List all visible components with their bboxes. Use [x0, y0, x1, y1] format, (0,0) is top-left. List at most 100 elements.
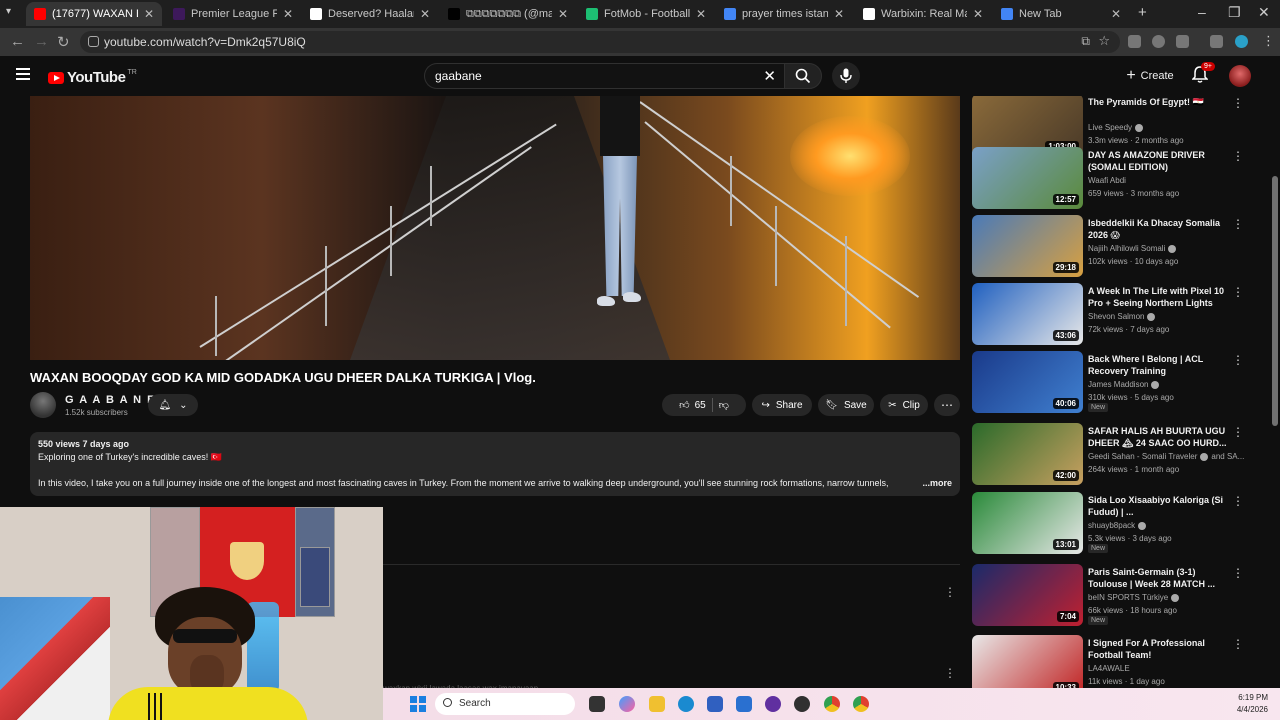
recommended-video[interactable]: 12:57 DAY AS AMAZONE DRIVER (SOMALI EDITI…	[970, 147, 1250, 209]
video-thumbnail[interactable]: 43:06	[972, 283, 1083, 345]
kebab-menu-icon[interactable]: ⋮	[1232, 217, 1244, 231]
subscription-notifications-button[interactable]: 🔔︎ ⌄	[148, 394, 198, 416]
close-tab-icon[interactable]: ✕	[558, 7, 568, 21]
extension-shield-icon[interactable]	[1128, 35, 1141, 48]
browser-tab[interactable]: Premier League Football ✕	[165, 2, 301, 26]
share-button[interactable]: ↪ Share	[752, 394, 812, 416]
recommended-video-title[interactable]: Back Where I Belong | ACL Recovery Train…	[1088, 353, 1228, 377]
kebab-menu-icon[interactable]: ⋮	[1232, 285, 1244, 299]
media-controls-icon[interactable]	[1210, 35, 1223, 48]
video-thumbnail[interactable]: 29:18	[972, 215, 1083, 277]
profile-icon[interactable]	[1235, 35, 1248, 48]
show-more-link[interactable]: ...more	[922, 478, 952, 488]
close-window-icon[interactable]: ✕	[1258, 4, 1270, 21]
video-thumbnail[interactable]: 13:01	[972, 492, 1083, 554]
recommended-video-title[interactable]: Sida Loo Xisaabiyo Kaloriga (Si Fudud) |…	[1088, 494, 1228, 518]
chrome-icon[interactable]	[853, 696, 869, 712]
description-box[interactable]: 550 views 7 days ago Exploring one of Tu…	[30, 432, 960, 496]
recommended-channel[interactable]: Live Speedy	[1088, 123, 1144, 132]
search-button[interactable]	[784, 63, 822, 89]
address-bar[interactable]: youtube.com/watch?v=Dmk2q57U8iQ ⧉ ☆	[80, 31, 1120, 53]
reload-icon[interactable]: ↻	[57, 33, 70, 51]
minimize-icon[interactable]: –	[1198, 4, 1206, 20]
store-icon[interactable]	[707, 696, 723, 712]
close-tab-icon[interactable]: ✕	[696, 7, 706, 21]
recommended-channel[interactable]: Najiih Alhilowli Somali	[1088, 244, 1177, 253]
outlook-icon[interactable]	[736, 696, 752, 712]
close-tab-icon[interactable]: ✕	[144, 7, 154, 21]
save-button[interactable]: 🔖︎ Save	[818, 394, 874, 416]
kebab-menu-icon[interactable]: ⋮	[1232, 637, 1244, 651]
recommended-channel[interactable]: Geedi Sahan - Somali Traveler and SA...	[1088, 452, 1244, 461]
system-clock[interactable]: 6:19 PM 4/4/2026	[1237, 692, 1268, 716]
recommended-video-title[interactable]: I Signed For A Professional Football Tea…	[1088, 637, 1228, 661]
close-tab-icon[interactable]: ✕	[283, 7, 293, 21]
video-thumbnail[interactable]: 10:33	[972, 635, 1083, 688]
install-app-icon[interactable]: ⧉	[1081, 34, 1090, 49]
recommended-video-title[interactable]: DAY AS AMAZONE DRIVER (SOMALI EDITION)	[1088, 149, 1228, 173]
video-thumbnail[interactable]: 42:00	[972, 423, 1083, 485]
voice-search-button[interactable]	[832, 62, 860, 90]
more-actions-button[interactable]: ⋯	[934, 394, 960, 416]
recommended-channel[interactable]: LA4AWALE	[1088, 664, 1130, 673]
close-tab-icon[interactable]: ✕	[834, 7, 844, 21]
taskbar-search-box[interactable]: Search	[435, 693, 575, 715]
video-thumbnail[interactable]: 7:04	[972, 564, 1083, 626]
recommended-video-title[interactable]: Isbeddelkii Ka Dhacay Somalia 2026 😱	[1088, 217, 1228, 241]
tab-search-button[interactable]: ▾	[6, 6, 11, 17]
video-player[interactable]	[30, 96, 960, 360]
extensions-puzzle-icon[interactable]	[1176, 35, 1189, 48]
create-button[interactable]: + Create	[1118, 63, 1182, 89]
recommended-video-title[interactable]: Paris Saint-Germain (3-1) Toulouse | Wee…	[1088, 566, 1228, 590]
browser-tab[interactable]: Warbixin: Real Madrid iyo ✕	[855, 2, 991, 26]
recommended-video-title[interactable]: SAFAR HALIS AH BUURTA UGU DHEER 🏔 24 SAA…	[1088, 425, 1228, 449]
browser-tab[interactable]: New Tab ✕	[993, 2, 1129, 26]
chrome-icon[interactable]	[824, 696, 840, 712]
recommended-channel[interactable]: shuayb8pack	[1088, 521, 1147, 530]
hamburger-menu-icon[interactable]	[16, 68, 30, 80]
browser-tab[interactable]: FotMob - Football Live Sc ✕	[578, 2, 714, 26]
close-tab-icon[interactable]: ✕	[420, 7, 430, 21]
clip-button[interactable]: ✂ Clip	[880, 394, 928, 416]
browser-tab[interactable]: (17677) WAXAN BOOQDA ✕	[26, 2, 162, 26]
close-tab-icon[interactable]: ✕	[973, 7, 983, 21]
kebab-menu-icon[interactable]: ⋮	[944, 666, 956, 680]
new-tab-button[interactable]: +	[1138, 4, 1147, 21]
clear-search-icon[interactable]: ✕	[763, 67, 776, 85]
recommended-video-title[interactable]: A Week In The Life with Pixel 10 Pro + S…	[1088, 285, 1228, 309]
kebab-menu-icon[interactable]: ⋮	[1232, 494, 1244, 508]
browser-menu-icon[interactable]: ⋮	[1262, 33, 1275, 49]
copilot-icon[interactable]	[619, 696, 635, 712]
browser-tab[interactable]: Deserved? Haaland wins ✕	[302, 2, 438, 26]
recommended-channel[interactable]: Shevon Salmon	[1088, 312, 1156, 321]
recommended-channel[interactable]: Waafi Abdi	[1088, 176, 1126, 185]
search-input[interactable]: gaabane ✕	[424, 63, 784, 89]
recommended-channel[interactable]: beIN SPORTS Türkiye	[1088, 593, 1180, 602]
recommended-video[interactable]: 42:00 SAFAR HALIS AH BUURTA UGU DHEER 🏔 2…	[970, 423, 1250, 485]
recommended-video[interactable]: 40:06 Back Where I Belong | ACL Recovery …	[970, 351, 1250, 413]
taskview-icon[interactable]	[589, 696, 605, 712]
site-info-icon[interactable]	[88, 36, 99, 47]
channel-avatar[interactable]	[30, 392, 56, 418]
channel-name[interactable]: G A A B A N E	[65, 394, 156, 406]
kebab-menu-icon[interactable]: ⋮	[1232, 353, 1244, 367]
file-explorer-icon[interactable]	[649, 696, 665, 712]
back-icon[interactable]: ←	[10, 33, 25, 50]
extension-circle-icon[interactable]	[1152, 35, 1165, 48]
youtube-logo[interactable]: YouTube TR	[48, 69, 137, 86]
windows-start-icon[interactable]	[410, 696, 426, 712]
recommended-video[interactable]: 13:01 Sida Loo Xisaabiyo Kaloriga (Si Fud…	[970, 492, 1250, 554]
dislike-button[interactable]: 👎︎	[719, 399, 729, 411]
recommended-video[interactable]: 10:33 I Signed For A Professional Footbal…	[970, 635, 1250, 688]
recommended-channel[interactable]: James Maddison	[1088, 380, 1160, 389]
recommended-video[interactable]: 29:18 Isbeddelkii Ka Dhacay Somalia 2026 …	[970, 215, 1250, 277]
kebab-menu-icon[interactable]: ⋮	[1232, 149, 1244, 163]
edge-icon[interactable]	[678, 696, 694, 712]
forward-icon[interactable]: →	[34, 33, 49, 50]
recommended-video[interactable]: 7:04 Paris Saint-Germain (3-1) Toulouse |…	[970, 564, 1250, 626]
account-avatar[interactable]	[1229, 65, 1251, 87]
app-icon[interactable]	[765, 696, 781, 712]
kebab-menu-icon[interactable]: ⋮	[1232, 96, 1244, 110]
browser-tab[interactable]: ⧉⧉⧉⧉⧉⧉⧉ (@mali ✕	[440, 2, 576, 26]
kebab-menu-icon[interactable]: ⋮	[944, 585, 956, 599]
